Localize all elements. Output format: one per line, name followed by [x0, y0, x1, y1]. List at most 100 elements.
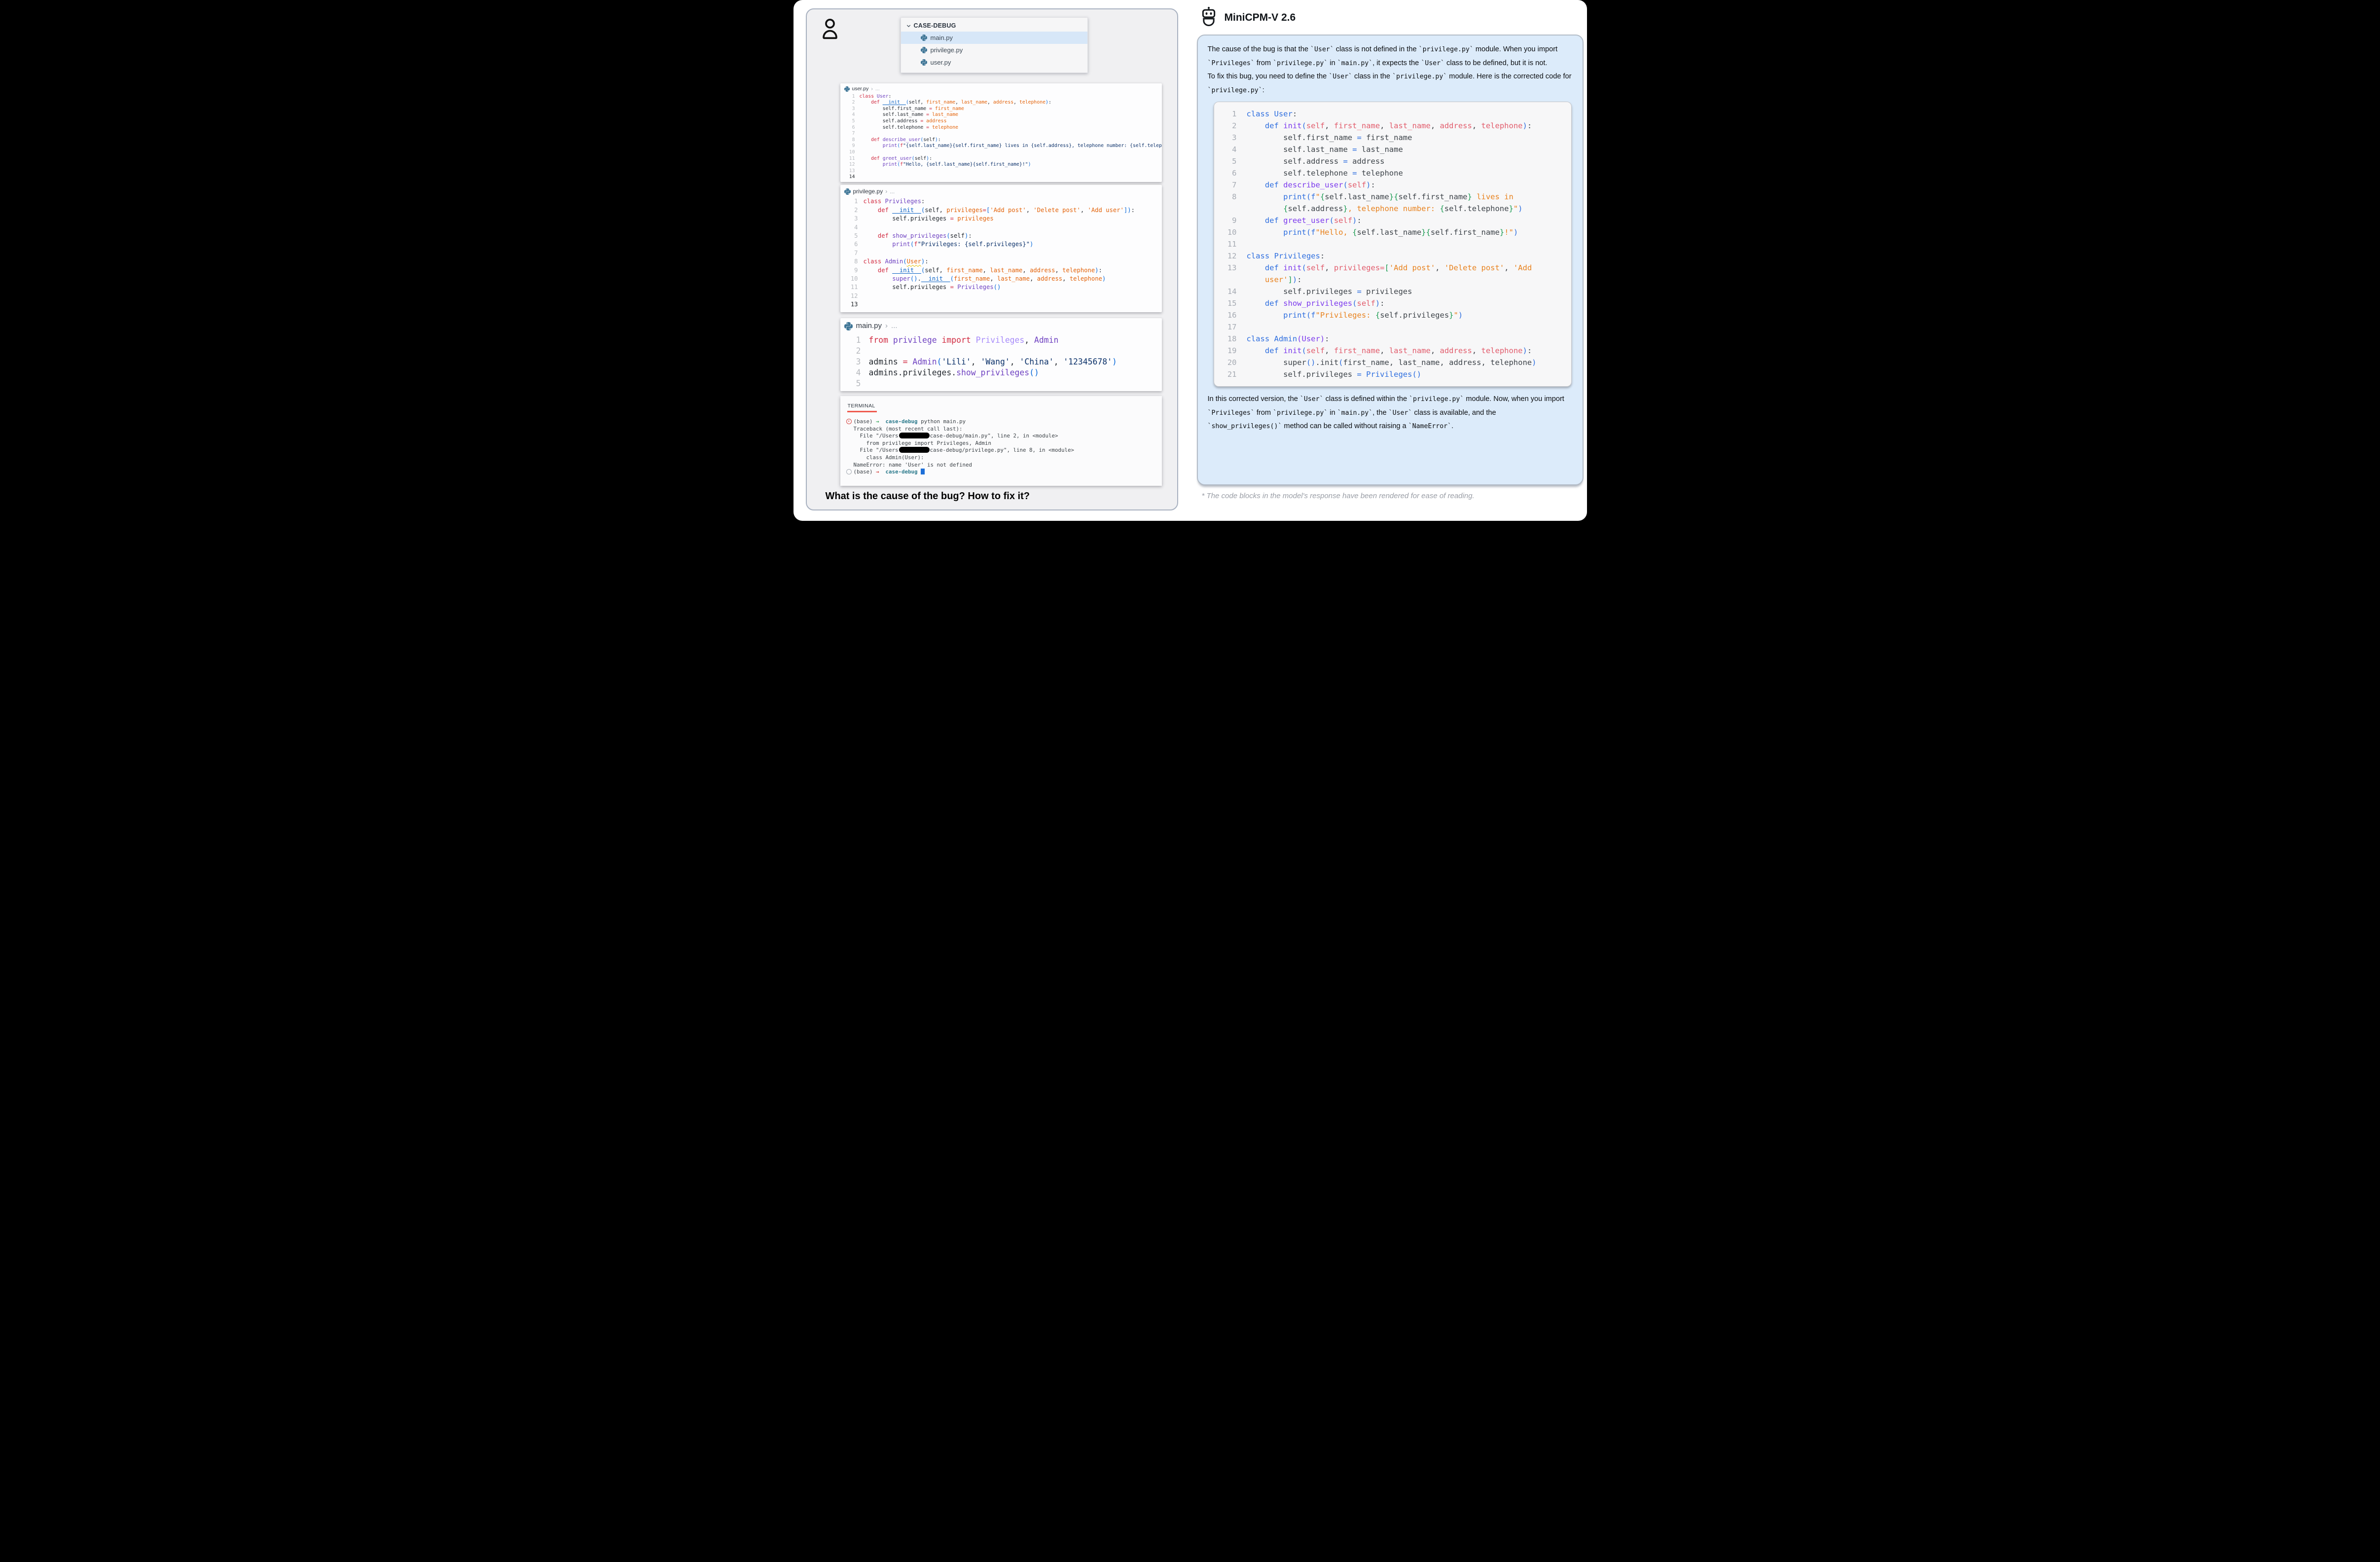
rendered-code-line: 10 print(f"Hello, {self.last_name}{self.… — [1214, 226, 1564, 238]
code-line: 1class User: — [844, 94, 1158, 100]
code-line: 3 self.privileges = privileges — [844, 215, 1158, 223]
rendered-code-line: 13 def init(self, privileges=['Add post'… — [1214, 262, 1564, 286]
terminal-line: (base) → case-debug — [846, 469, 1156, 476]
response-outro-text: In this corrected version, the `User` cl… — [1208, 393, 1573, 434]
icon-spacer — [846, 455, 854, 460]
code-editor-privilege-py[interactable]: privilege.py › ... 1class Privileges:2 d… — [840, 185, 1162, 312]
code-line: 3 self.first_name = first_name — [844, 106, 1158, 112]
line-number: 20 — [1214, 357, 1247, 368]
rendered-code-line: 8 print(f"{self.last_name}{self.first_na… — [1214, 191, 1564, 215]
line-number: 5 — [844, 118, 860, 125]
code-line: 10 — [844, 149, 1158, 156]
code-line: 10 super().__init__(first_name, last_nam… — [844, 275, 1158, 283]
code-line: 6 self.telephone = telephone — [844, 125, 1158, 131]
text-span: class is defined within the — [1324, 395, 1409, 403]
terminal-line: class Admin(User): — [846, 454, 1156, 462]
rendered-code-line: 19 def init(self, first_name, last_name,… — [1214, 345, 1564, 357]
line-number: 9 — [844, 266, 864, 275]
python-file-icon — [921, 59, 927, 66]
code-line: 5 def show_privileges(self): — [844, 232, 1158, 240]
line-number: 19 — [1214, 345, 1247, 357]
inline-code-span: `privilege.py` — [1409, 396, 1464, 403]
inline-code-span: `Privileges` — [1208, 409, 1255, 417]
text-span: , it expects the — [1372, 59, 1421, 67]
explorer-file-user-py[interactable]: user.py — [901, 56, 1087, 69]
rendered-code-line: 6 self.telephone = telephone — [1214, 167, 1564, 179]
terminal-line: File "/Userscase-debug/main.py", line 2,… — [846, 433, 1156, 440]
explorer-root-header[interactable]: CASE-DEBUG — [901, 21, 1087, 32]
line-number: 15 — [1214, 297, 1247, 309]
terminal-line: Traceback (most recent call last): — [846, 426, 1156, 433]
robot-icon — [1199, 6, 1219, 28]
line-number: 9 — [1214, 215, 1247, 226]
line-number: 12 — [844, 162, 860, 168]
code-line: 8 def describe_user(self): — [844, 137, 1158, 144]
rendered-code-line: 17 — [1214, 321, 1564, 333]
case-panel: CASE-DEBUG main.py privilege.py user.py … — [806, 8, 1178, 510]
line-number: 11 — [1214, 238, 1247, 250]
code-line: 13 — [844, 168, 1158, 175]
code-line: 1class Privileges: — [844, 197, 1158, 206]
inline-code-span: `User` — [1421, 60, 1444, 67]
line-number: 8 — [844, 137, 860, 144]
inline-code-span: `User` — [1389, 409, 1412, 417]
error-circle-icon: ✕ — [846, 419, 854, 424]
code-line: 3admins = Admin('Lili', 'Wang', 'China',… — [844, 357, 1158, 367]
code-line: 5 — [844, 378, 1158, 389]
line-number: 9 — [844, 143, 860, 149]
code-editor-user-py[interactable]: user.py › ... 1class User:2 def __init__… — [840, 83, 1162, 182]
line-number: 7 — [1214, 179, 1247, 191]
line-number: 7 — [844, 249, 864, 257]
inline-code-span: `main.py` — [1337, 60, 1372, 67]
text-span: in — [1328, 59, 1337, 67]
terminal-cursor — [921, 469, 925, 474]
code-line: 9 print(f"{self.last_name}{self.first_na… — [844, 143, 1158, 149]
rendered-code-line: 21 self.privileges = Privileges() — [1214, 368, 1564, 380]
line-number: 11 — [844, 283, 864, 291]
breadcrumb-chevron: › — [871, 86, 873, 92]
rendered-code-line: 9 def greet_user(self): — [1214, 215, 1564, 226]
code-line: 11 self.privileges = Privileges() — [844, 283, 1158, 291]
rendered-code-line: 4 self.last_name = last_name — [1214, 144, 1564, 155]
text-span: class in the — [1352, 73, 1392, 80]
line-number: 7 — [844, 131, 860, 137]
model-name: MiniCPM-V 2.6 — [1225, 12, 1296, 24]
code-line: 2 — [844, 346, 1158, 357]
explorer-file-privilege-py[interactable]: privilege.py — [901, 44, 1087, 56]
terminal-tab-label[interactable]: TERMINAL — [847, 403, 877, 412]
code-line: 5 self.address = address — [844, 118, 1158, 125]
line-number: 4 — [844, 112, 860, 118]
inline-code-span: `Privileges` — [1208, 60, 1255, 67]
editor-tab-privilege-py[interactable]: privilege.py › ... — [844, 187, 1158, 196]
text-span: from — [1255, 59, 1273, 67]
python-file-icon — [921, 35, 927, 41]
explorer-file-main-py[interactable]: main.py — [901, 32, 1087, 44]
text-span: in — [1328, 409, 1337, 417]
line-number: 14 — [844, 174, 860, 181]
rendered-code-line: 15 def show_privileges(self): — [1214, 297, 1564, 309]
code-editor-main-py[interactable]: main.py › ... 1from privilege import Pri… — [840, 318, 1162, 391]
editor-tab-main-py[interactable]: main.py › ... — [844, 321, 1158, 331]
code-line: 7 — [844, 131, 1158, 137]
line-number: 8 — [844, 257, 864, 266]
icon-spacer — [846, 433, 854, 438]
icon-spacer — [846, 447, 854, 453]
terminal-line: File "/Userscase-debug/privilege.py", li… — [846, 447, 1156, 454]
line-number: 11 — [844, 156, 860, 162]
breadcrumb-ellipsis: ... — [875, 86, 880, 92]
code-line: 1from privilege import Privileges, Admin — [844, 335, 1158, 346]
line-number: 4 — [844, 223, 864, 232]
code-line: 2 def __init__(self, privileges=['Add po… — [844, 206, 1158, 215]
chevron-down-icon — [906, 23, 911, 29]
python-file-icon — [844, 86, 850, 92]
text-span: In this corrected version, the — [1208, 395, 1300, 403]
editor-tab-user-py[interactable]: user.py › ... — [844, 86, 1158, 92]
line-number: 5 — [844, 232, 864, 240]
terminal-panel[interactable]: TERMINAL ✕(base) → case-debug python mai… — [840, 396, 1162, 486]
breadcrumb-chevron: › — [885, 187, 887, 196]
line-number: 3 — [844, 215, 864, 223]
inline-code-span: `User` — [1329, 73, 1352, 80]
inline-code-span: `privilege.py` — [1273, 409, 1328, 417]
text-span: : — [1262, 86, 1264, 94]
footnote-text: * The code blocks in the model's respons… — [1202, 492, 1475, 500]
